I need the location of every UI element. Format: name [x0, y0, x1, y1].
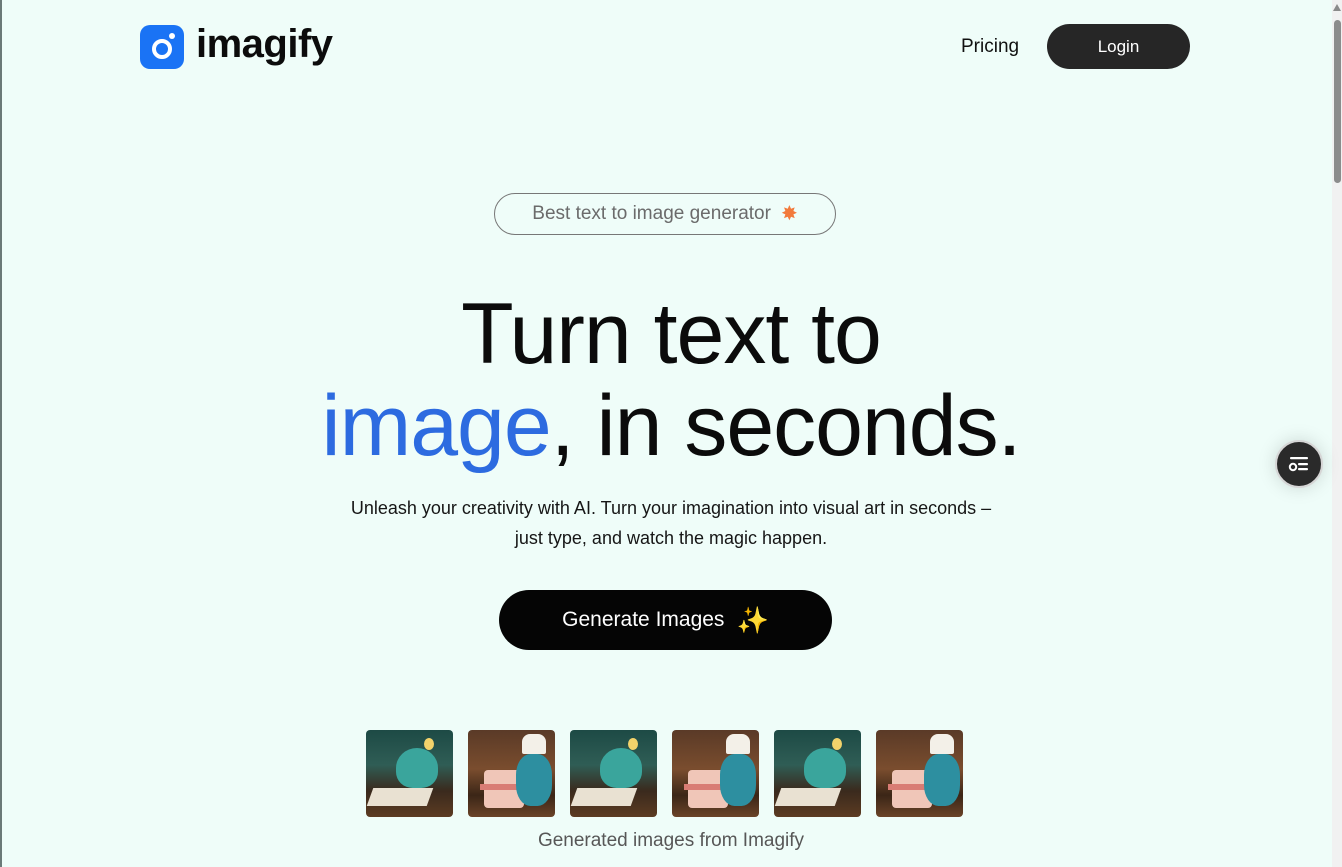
scrollbar-thumb[interactable] — [1334, 20, 1341, 183]
brand-name: imagify — [196, 22, 333, 66]
hero-subtitle: Unleash your creativity with AI. Turn yo… — [0, 493, 1342, 553]
sample-image-3[interactable] — [570, 730, 657, 817]
login-button[interactable]: Login — [1047, 24, 1190, 69]
sample-image-2[interactable] — [468, 730, 555, 817]
badge-text: Best text to image generator — [532, 203, 771, 224]
sample-image-1[interactable] — [366, 730, 453, 817]
cta-label: Generate Images — [562, 608, 725, 631]
sparkle-icon: ✨ — [736, 605, 769, 635]
logo-icon — [140, 25, 184, 69]
floating-menu-button[interactable] — [1275, 440, 1323, 488]
subtitle-line-2: just type, and watch the magic happen. — [514, 528, 828, 548]
subtitle-line-1: Unleash your creativity with AI. Turn yo… — [350, 498, 992, 518]
brand-logo[interactable]: imagify — [140, 22, 333, 69]
hero-headline: Turn text to image, in seconds. — [0, 288, 1342, 472]
sample-image-5[interactable] — [774, 730, 861, 817]
gallery-caption: Generated images from Imagify — [537, 830, 805, 851]
headline-accent-word: image — [321, 378, 551, 474]
hero-badge: Best text to image generator ✸ — [494, 193, 836, 235]
sample-image-6[interactable] — [876, 730, 963, 817]
sample-gallery — [366, 730, 963, 817]
list-settings-icon — [1288, 457, 1308, 472]
nav-pricing-link[interactable]: Pricing — [961, 36, 1019, 58]
generate-images-button[interactable]: Generate Images ✨ — [499, 590, 832, 650]
headline-rest: , in seconds. — [550, 378, 1022, 474]
sample-image-4[interactable] — [672, 730, 759, 817]
headline-line-1: Turn text to — [461, 286, 882, 382]
star-icon: ✸ — [780, 203, 798, 225]
headline-line-2: image, in seconds. — [0, 380, 1342, 472]
scroll-up-arrow-icon[interactable] — [1333, 4, 1341, 11]
